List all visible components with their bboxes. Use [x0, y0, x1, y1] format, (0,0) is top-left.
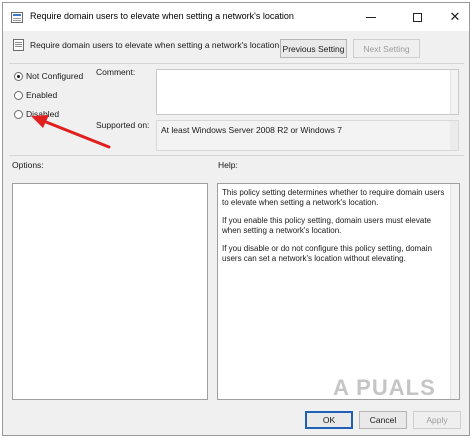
supported-scrollbar[interactable] [450, 121, 458, 150]
supported-on-label: Supported on: [96, 120, 150, 130]
help-panel: This policy setting determines whether t… [217, 183, 460, 400]
red-arrow-annotation [31, 115, 111, 149]
comment-textarea[interactable] [156, 69, 459, 115]
options-label: Options: [12, 160, 44, 170]
section-divider [9, 155, 464, 156]
minimize-icon [366, 16, 376, 18]
help-paragraph: If you enable this policy setting, domai… [222, 216, 431, 235]
previous-setting-button[interactable]: Previous Setting [280, 39, 347, 58]
options-panel [12, 183, 208, 400]
appuals-watermark: A PUALS [333, 375, 436, 400]
radio-label: Enabled [26, 90, 58, 100]
help-paragraph: If you disable or do not configure this … [222, 244, 432, 263]
window-title: Require domain users to elevate when set… [30, 11, 294, 21]
radio-button[interactable] [14, 71, 23, 81]
radio-button[interactable] [14, 90, 23, 100]
cancel-button[interactable]: Cancel [359, 411, 407, 429]
policy-app-icon [11, 12, 23, 23]
maximize-button[interactable] [399, 3, 435, 31]
policy-dialog: Require domain users to elevate when set… [2, 2, 470, 436]
policy-title: Require domain users to elevate when set… [30, 40, 280, 50]
comment-label: Comment: [96, 67, 136, 77]
radio-button[interactable] [14, 109, 23, 119]
close-button[interactable]: ✕ [437, 3, 473, 31]
help-scrollbar[interactable] [450, 184, 459, 399]
close-icon: ✕ [449, 9, 461, 24]
title-bar: Require domain users to elevate when set… [3, 3, 469, 31]
help-label: Help: [218, 160, 238, 170]
radio-label: Not Configured [26, 71, 84, 81]
apply-button[interactable]: Apply [413, 411, 461, 429]
supported-on-field: At least Windows Server 2008 R2 or Windo… [156, 120, 459, 151]
header-divider [9, 63, 464, 64]
ok-button[interactable]: OK [305, 411, 353, 429]
policy-setting-icon [13, 39, 24, 51]
help-text: This policy setting determines whether t… [222, 188, 447, 272]
help-paragraph: This policy setting determines whether t… [222, 188, 445, 207]
comment-scrollbar[interactable] [450, 70, 458, 114]
supported-on-value: At least Windows Server 2008 R2 or Windo… [161, 125, 342, 135]
radio-enabled[interactable]: Enabled [14, 90, 57, 100]
radio-not-configured[interactable]: Not Configured [14, 71, 83, 81]
minimize-button[interactable] [353, 3, 389, 31]
maximize-icon [412, 12, 422, 22]
next-setting-button[interactable]: Next Setting [353, 39, 420, 58]
